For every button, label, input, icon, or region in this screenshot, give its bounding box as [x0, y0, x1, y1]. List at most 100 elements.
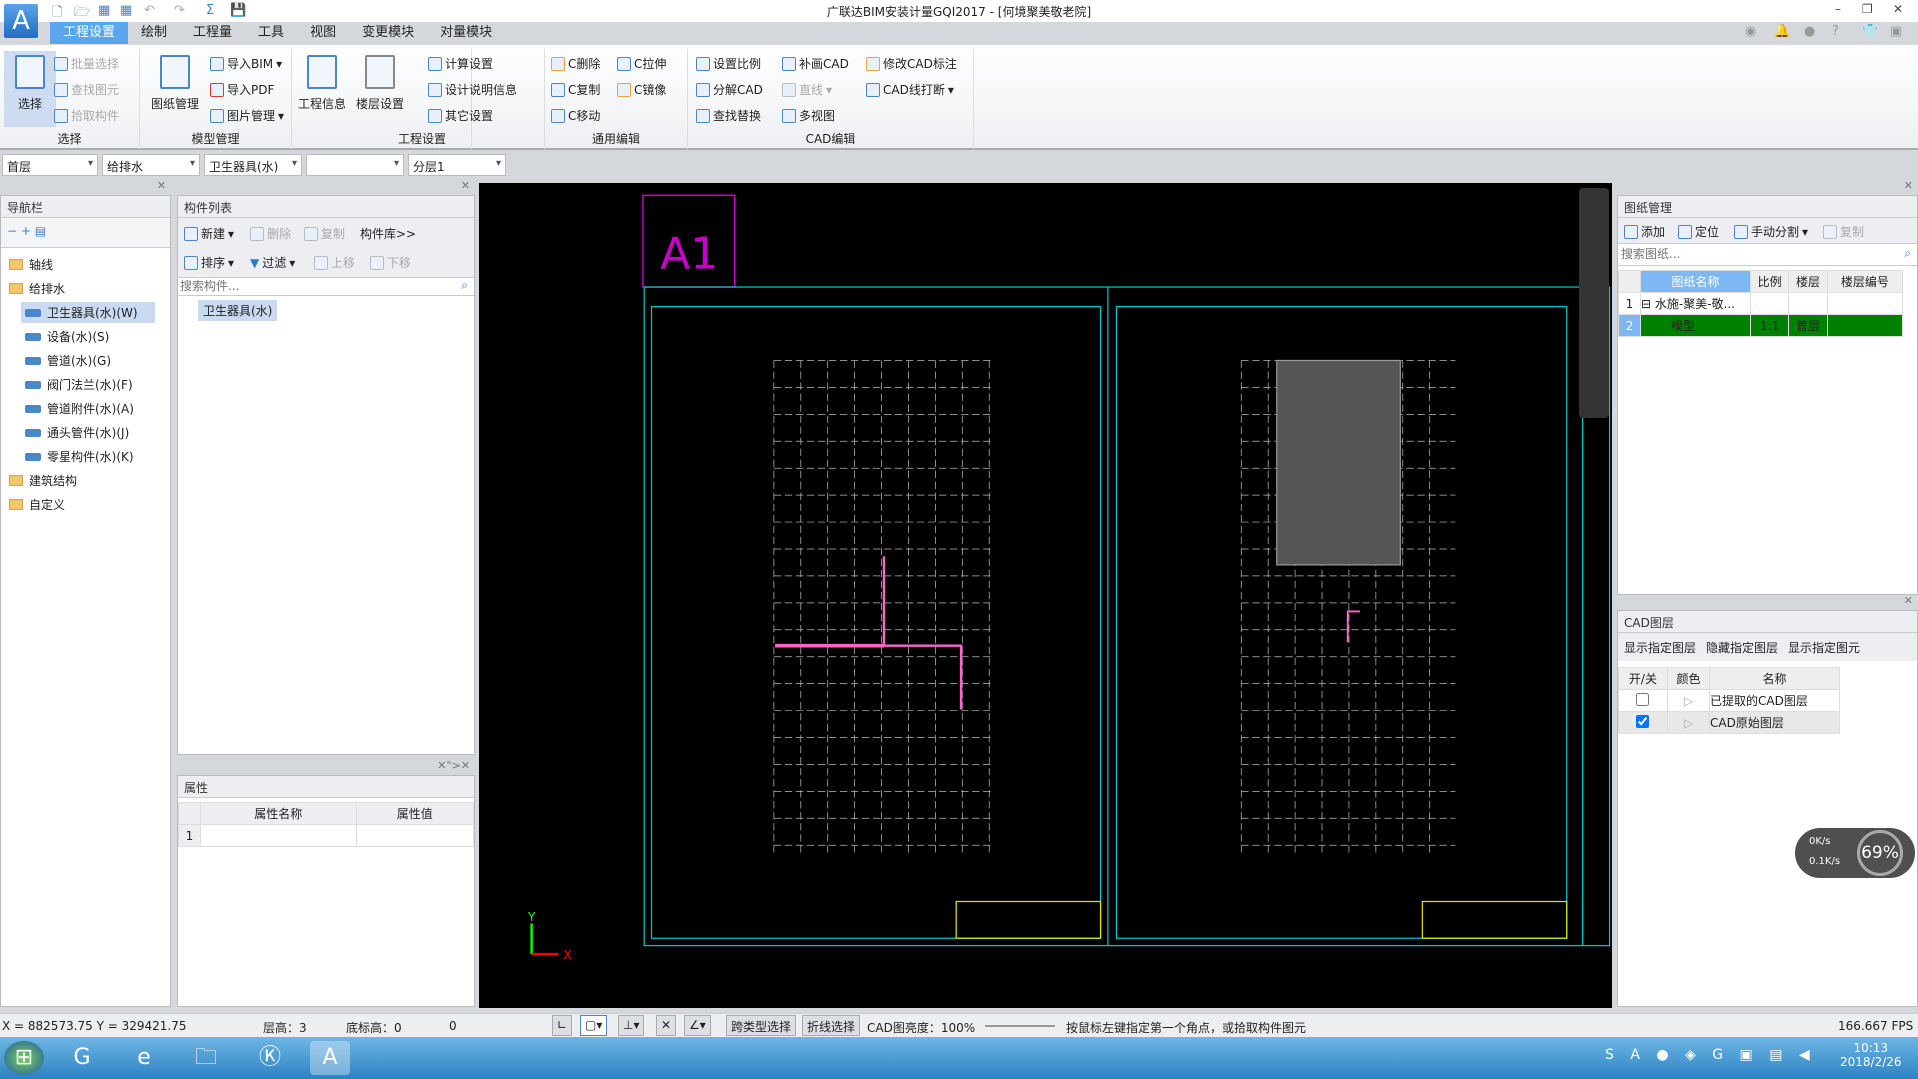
cad-canvas[interactable]: A1 Y X	[479, 183, 1612, 1008]
close-icon[interactable]: ✕">✕	[437, 759, 470, 772]
app-logo[interactable]: A	[4, 4, 38, 38]
gq-export-icon[interactable]: ▦	[98, 3, 110, 18]
show-element-button[interactable]: 显示指定图元	[1788, 639, 1860, 655]
component-item[interactable]: 卫生器具(水)	[198, 300, 278, 321]
component-library-button[interactable]: 构件库>>	[360, 225, 416, 242]
edit-list-icon[interactable]: ▤	[35, 224, 46, 238]
copy-button[interactable]: 复制	[1823, 223, 1864, 240]
group-label[interactable]: 模型管理	[140, 130, 291, 147]
calc-settings-button[interactable]: 计算设置	[428, 55, 493, 72]
nav-item[interactable]: 建筑结构	[5, 470, 81, 491]
move-up-button[interactable]: 上移	[314, 254, 355, 271]
other-settings-button[interactable]: 其它设置	[428, 107, 493, 124]
c-mirror-button[interactable]: C镜像	[617, 81, 666, 98]
pin-icon[interactable]: ▣	[1890, 24, 1902, 39]
find-element-button[interactable]: 查找图元	[54, 81, 119, 98]
column-header[interactable]: 楼层编号	[1826, 270, 1904, 293]
help-icon[interactable]: ?	[1832, 24, 1839, 39]
drawing-name[interactable]: 模型	[1640, 314, 1751, 337]
color-swatch[interactable]: ▷	[1666, 711, 1711, 734]
image-management-button[interactable]: 图片管理 ▾	[210, 107, 284, 124]
clock[interactable]: 10:13 2018/2/26	[1840, 1041, 1902, 1069]
column-header[interactable]: 楼层	[1788, 270, 1828, 293]
redo-icon[interactable]: ↷	[174, 3, 185, 18]
cross-type-select-button[interactable]: 跨类型选择	[726, 1015, 797, 1036]
shirt-icon[interactable]: 👕	[1862, 24, 1878, 39]
close-icon[interactable]: ✕	[1904, 179, 1913, 192]
chat-icon[interactable]: ●	[1804, 24, 1815, 39]
modify-cad-annotation-button[interactable]: 修改CAD标注	[866, 55, 957, 72]
k-app-icon[interactable]: Ⓚ	[250, 1041, 290, 1075]
component-search-input[interactable]	[178, 278, 448, 294]
tab-tools[interactable]: 工具	[245, 22, 297, 44]
snap-icon[interactable]: ▢▾	[580, 1015, 608, 1036]
cad-drawing[interactable]: A1 Y X	[479, 183, 1612, 1008]
explode-cad-button[interactable]: 分解CAD	[696, 81, 763, 98]
c-copy-button[interactable]: C复制	[551, 81, 600, 98]
table-row[interactable]: ▷ 已提取的CAD图层	[1618, 689, 1840, 712]
restore-button[interactable]: ❐	[1862, 2, 1873, 16]
line-button[interactable]: 直线 ▾	[782, 81, 832, 98]
explorer-icon[interactable]: 🗀	[186, 1041, 226, 1075]
bim-export-icon[interactable]: ▦	[120, 3, 132, 18]
undo-icon[interactable]: ↶	[144, 3, 155, 18]
network-monitor[interactable]: 0K/s 0.1K/s 69%	[1795, 828, 1915, 878]
locate-button[interactable]: 定位	[1678, 223, 1719, 240]
angle-icon[interactable]: ∠▾	[684, 1015, 711, 1036]
save-icon[interactable]: 💾	[230, 3, 246, 18]
color-swatch[interactable]: ▷	[1666, 689, 1711, 712]
nav-item[interactable]: 零星构件(水)(K)	[21, 446, 138, 467]
table-row[interactable]: 2 模型 1:1 首层	[1618, 314, 1904, 337]
sort-button[interactable]: 排序 ▾	[184, 254, 234, 271]
minimize-button[interactable]: –	[1835, 2, 1841, 16]
new-button[interactable]: 新建 ▾	[184, 225, 234, 242]
multi-view-button[interactable]: 多视图	[782, 107, 835, 124]
tab-change-module[interactable]: 变更模块	[349, 22, 427, 44]
group-label[interactable]: 通用编辑	[545, 130, 687, 147]
nav-item[interactable]: 自定义	[5, 494, 69, 515]
nav-item[interactable]: 管道(水)(G)	[21, 350, 115, 371]
hide-layer-button[interactable]: 隐藏指定图层	[1706, 639, 1778, 655]
c-move-button[interactable]: C移动	[551, 107, 600, 124]
property-name[interactable]	[200, 824, 357, 847]
cross-icon[interactable]: ✕	[656, 1015, 677, 1036]
nav-item[interactable]: 通头管件(水)(J)	[21, 422, 133, 443]
discipline-select[interactable]: 给排水	[102, 154, 200, 176]
close-icon[interactable]: ✕	[1904, 594, 1913, 607]
gqi-app-icon[interactable]: A	[310, 1041, 350, 1075]
floor-select[interactable]: 首层	[2, 154, 98, 176]
c-delete-button[interactable]: C删除	[551, 55, 600, 72]
nav-item[interactable]: 阀门法兰(水)(F)	[21, 374, 137, 395]
project-info-button[interactable]: 工程信息	[294, 51, 350, 112]
tab-quantity[interactable]: 工程量	[180, 22, 245, 44]
component-type-select[interactable]: 卫生器具(水)	[204, 154, 302, 176]
column-header[interactable]: 图纸名称	[1640, 270, 1751, 293]
brightness-slider[interactable]	[985, 1025, 1055, 1027]
drawing-management-button[interactable]: 图纸管理	[146, 51, 204, 112]
pick-component-button[interactable]: 拾取构件	[54, 107, 119, 124]
move-down-button[interactable]: 下移	[370, 254, 411, 271]
close-button[interactable]: ✕	[1893, 2, 1903, 16]
batch-select-button[interactable]: 批量选择	[54, 55, 119, 72]
redraw-cad-button[interactable]: 补画CAD	[782, 55, 849, 72]
view-toolbar[interactable]	[1579, 188, 1609, 418]
c-stretch-button[interactable]: C拉伸	[617, 55, 666, 72]
dynamic-input-icon[interactable]: ⊥▾	[618, 1015, 645, 1036]
table-row[interactable]: 1 ⊟ 水施-聚美-敬...	[1618, 292, 1904, 315]
layer-select[interactable]: 分层1	[408, 154, 506, 176]
table-row[interactable]: ▷ CAD原始图层	[1618, 711, 1840, 734]
drawing-search-input[interactable]	[1618, 244, 1878, 264]
nav-item[interactable]: 给排水	[5, 278, 69, 299]
filter-button[interactable]: ▼ 过滤 ▾	[250, 254, 295, 271]
close-icon[interactable]: ✕	[157, 179, 166, 192]
tab-project-settings[interactable]: 工程设置	[50, 22, 129, 44]
component-select[interactable]	[306, 154, 404, 176]
floor-settings-button[interactable]: 楼层设置	[352, 51, 408, 112]
copy-button[interactable]: 复制	[304, 225, 345, 242]
layer-toggle-checkbox[interactable]	[1636, 714, 1650, 728]
search-icon[interactable]: ⌕	[461, 278, 468, 293]
design-info-button[interactable]: 设计说明信息	[428, 81, 517, 98]
nav-item[interactable]: 管道附件(水)(A)	[21, 398, 138, 419]
nav-item[interactable]: 轴线	[5, 254, 57, 275]
user-icon[interactable]: ◉	[1745, 24, 1756, 39]
